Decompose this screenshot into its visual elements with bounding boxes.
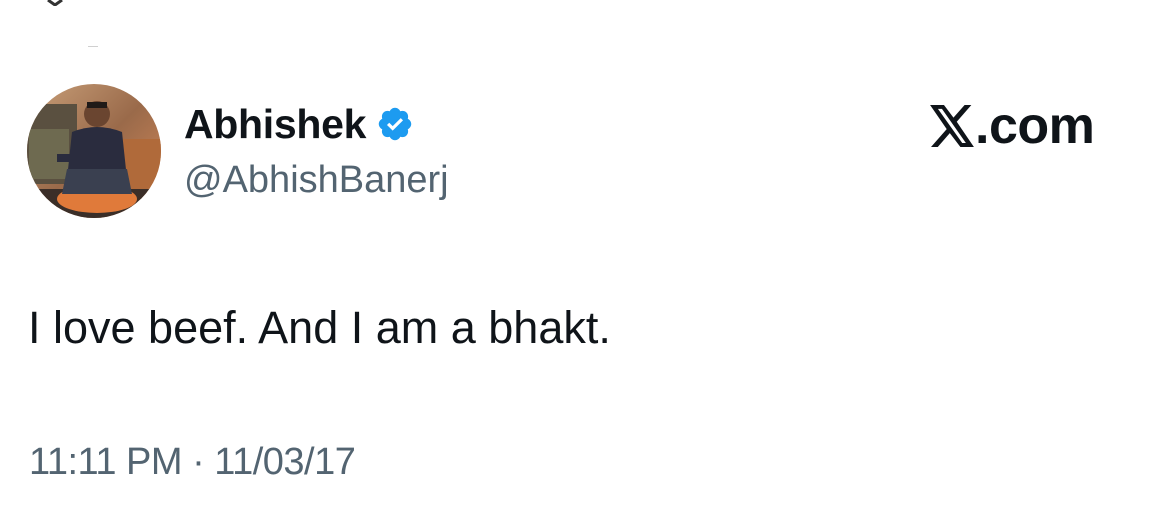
chevron-down-icon [47, 0, 63, 6]
divider [88, 46, 98, 47]
tweet-text: I love beef. And I am a bhakt. [28, 302, 611, 353]
verified-badge-icon [378, 107, 412, 141]
display-name[interactable]: Abhishek [184, 100, 366, 148]
user-handle[interactable]: @AbhishBanerj [184, 156, 449, 204]
tweet-timestamp[interactable]: 11:11 PM · 11/03/17 [29, 438, 356, 486]
brand-logo: .com [930, 97, 1095, 155]
author-name-row[interactable]: Abhishek [184, 100, 414, 148]
x-logo-icon [930, 105, 974, 147]
brand-domain-text: .com [975, 97, 1095, 155]
profile-photo-icon [27, 84, 161, 218]
avatar[interactable] [27, 84, 161, 218]
